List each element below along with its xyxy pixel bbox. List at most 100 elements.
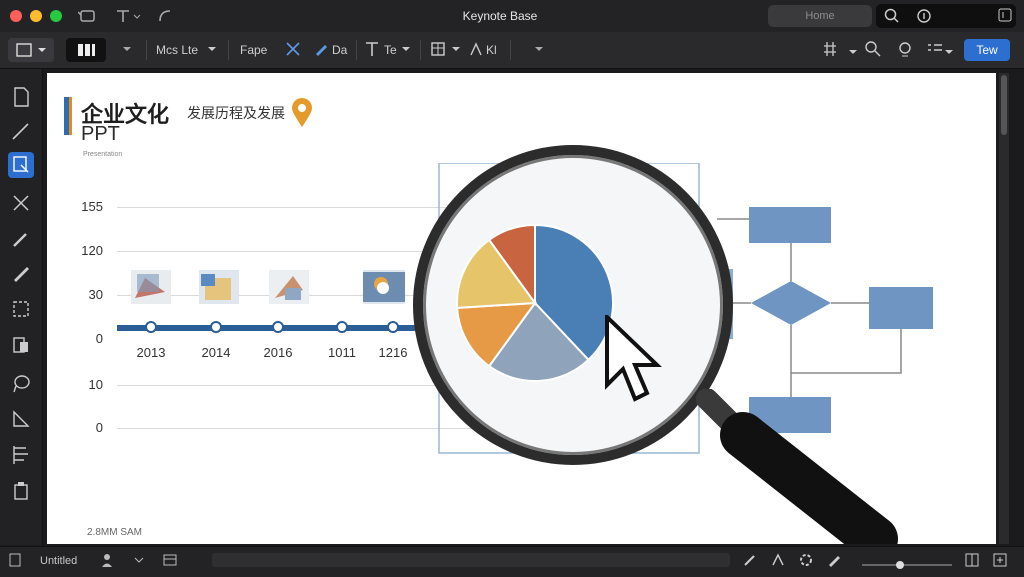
zoom-window-button[interactable] — [50, 10, 62, 22]
grid-line — [117, 207, 477, 208]
timeline-node[interactable] — [145, 321, 157, 333]
y-axis-label: 0 — [95, 331, 103, 346]
toolbar-divider — [420, 40, 421, 60]
slide-side-heading[interactable]: 发展历程及发展 — [187, 103, 285, 123]
timeline-year-label: 2013 — [136, 345, 166, 360]
table-icon[interactable] — [430, 40, 446, 58]
grid-view-icon[interactable] — [822, 40, 838, 58]
person-icon[interactable] — [100, 552, 114, 568]
chart-insert-button[interactable] — [66, 38, 106, 62]
document-status[interactable]: Untitled — [40, 552, 77, 570]
chevron-down-icon[interactable] — [450, 42, 462, 56]
pen-icon[interactable] — [826, 552, 842, 568]
window-title: Keynote Base — [462, 9, 538, 23]
cursor-arrow-icon — [605, 315, 662, 402]
chevron-down-icon[interactable] — [206, 42, 218, 56]
timeline-thumbnail[interactable] — [363, 270, 405, 304]
y-axis-label: 10 — [88, 377, 103, 392]
timeline-year-label: 2014 — [201, 345, 231, 360]
timeline-node[interactable] — [210, 321, 222, 333]
close-window-button[interactable] — [10, 10, 22, 22]
grid-line — [117, 385, 477, 386]
cut-icon[interactable] — [284, 40, 302, 58]
shape-menu[interactable]: Fape — [240, 40, 267, 60]
toolbar-divider — [510, 40, 511, 60]
clipboard-icon[interactable] — [8, 478, 34, 504]
gear-icon[interactable] — [798, 552, 814, 568]
draw-menu[interactable]: Da — [332, 40, 347, 60]
flow-decision[interactable] — [751, 281, 831, 325]
align-icon[interactable] — [8, 442, 34, 468]
flow-box[interactable] — [869, 287, 933, 329]
timeline-node[interactable] — [387, 321, 399, 333]
timeline-thumbnail[interactable] — [199, 270, 239, 304]
vertical-scrollbar[interactable] — [999, 73, 1009, 544]
horizontal-scrollbar[interactable] — [212, 553, 730, 567]
y-axis-label: 0 — [95, 420, 103, 435]
footer-note: 2.8MM SAM — [87, 527, 143, 538]
toolbar-divider — [228, 40, 229, 60]
timeline-node[interactable] — [336, 321, 348, 333]
dropdown-icon[interactable] — [132, 552, 146, 568]
chevron-down-icon[interactable] — [400, 42, 412, 56]
edit-menu[interactable]: Kl — [486, 40, 497, 60]
outline-icon[interactable] — [8, 552, 22, 568]
redo-icon[interactable] — [156, 6, 176, 26]
fullscreen-icon[interactable] — [992, 552, 1008, 568]
sidebar-toggle-icon[interactable] — [998, 8, 1012, 22]
timeline-node[interactable] — [272, 321, 284, 333]
share-button[interactable]: Tew — [964, 39, 1010, 61]
pen-icon[interactable] — [312, 40, 330, 58]
slide-canvas[interactable]: 企业文化 PPT 发展历程及发展 Presentation 155 120 30… — [47, 73, 996, 544]
new-slide-button[interactable] — [8, 38, 54, 62]
flow-box[interactable] — [749, 207, 831, 243]
timeline-thumbnail[interactable] — [131, 270, 171, 304]
search-icon[interactable] — [884, 8, 900, 24]
slide-subtitle[interactable]: PPT — [81, 123, 120, 146]
chevron-down-icon[interactable] — [120, 42, 134, 56]
new-page-icon[interactable] — [8, 84, 34, 110]
y-axis-label: 120 — [81, 243, 103, 258]
slide-view-icon[interactable] — [162, 552, 178, 568]
brush-icon[interactable] — [742, 552, 758, 568]
collaborate-icon[interactable] — [896, 40, 914, 58]
chevron-down-icon[interactable] — [848, 44, 858, 54]
slide-caption: Presentation — [83, 151, 123, 158]
pen-icon[interactable] — [8, 118, 34, 144]
minimize-window-button[interactable] — [30, 10, 42, 22]
title-accent-bar-orange — [69, 97, 72, 135]
brush-icon[interactable] — [8, 226, 34, 252]
location-pin-icon — [290, 97, 314, 129]
timeline-thumbnail[interactable] — [269, 270, 309, 304]
toolbar-divider — [356, 40, 357, 60]
crop-icon[interactable] — [8, 296, 34, 322]
fit-page-icon[interactable] — [964, 552, 980, 568]
info-icon[interactable] — [916, 8, 932, 24]
chevron-down-icon[interactable] — [532, 42, 546, 56]
select-icon[interactable] — [8, 152, 34, 178]
zoom-slider[interactable] — [862, 556, 952, 569]
layers-icon[interactable] — [8, 332, 34, 358]
chevron-down-icon[interactable] — [944, 44, 954, 54]
transform-icon[interactable] — [8, 406, 34, 432]
list-icon[interactable] — [926, 40, 944, 58]
scrollbar-thumb[interactable] — [1001, 75, 1007, 135]
magnifier-handle — [696, 389, 898, 544]
timeline-year-label: 1216 — [378, 345, 408, 360]
font-menu[interactable]: Mcs Lte — [156, 40, 198, 60]
document-name-pill[interactable]: Home — [768, 5, 872, 27]
y-axis-label: 155 — [81, 199, 103, 214]
toolbar-divider — [146, 40, 147, 60]
text-icon[interactable] — [364, 40, 380, 58]
scissors-icon[interactable] — [8, 190, 34, 216]
text-style-icon[interactable] — [770, 552, 786, 568]
format-icon[interactable] — [114, 6, 141, 26]
pencil-icon[interactable] — [8, 260, 34, 286]
text-menu[interactable]: Te — [384, 40, 397, 60]
grid-line — [117, 428, 477, 429]
undo-history-icon[interactable] — [77, 6, 98, 26]
media-icon[interactable] — [468, 40, 484, 58]
y-axis-label: 30 — [88, 287, 103, 302]
zoom-icon[interactable] — [864, 40, 882, 58]
lasso-icon[interactable] — [8, 370, 34, 396]
